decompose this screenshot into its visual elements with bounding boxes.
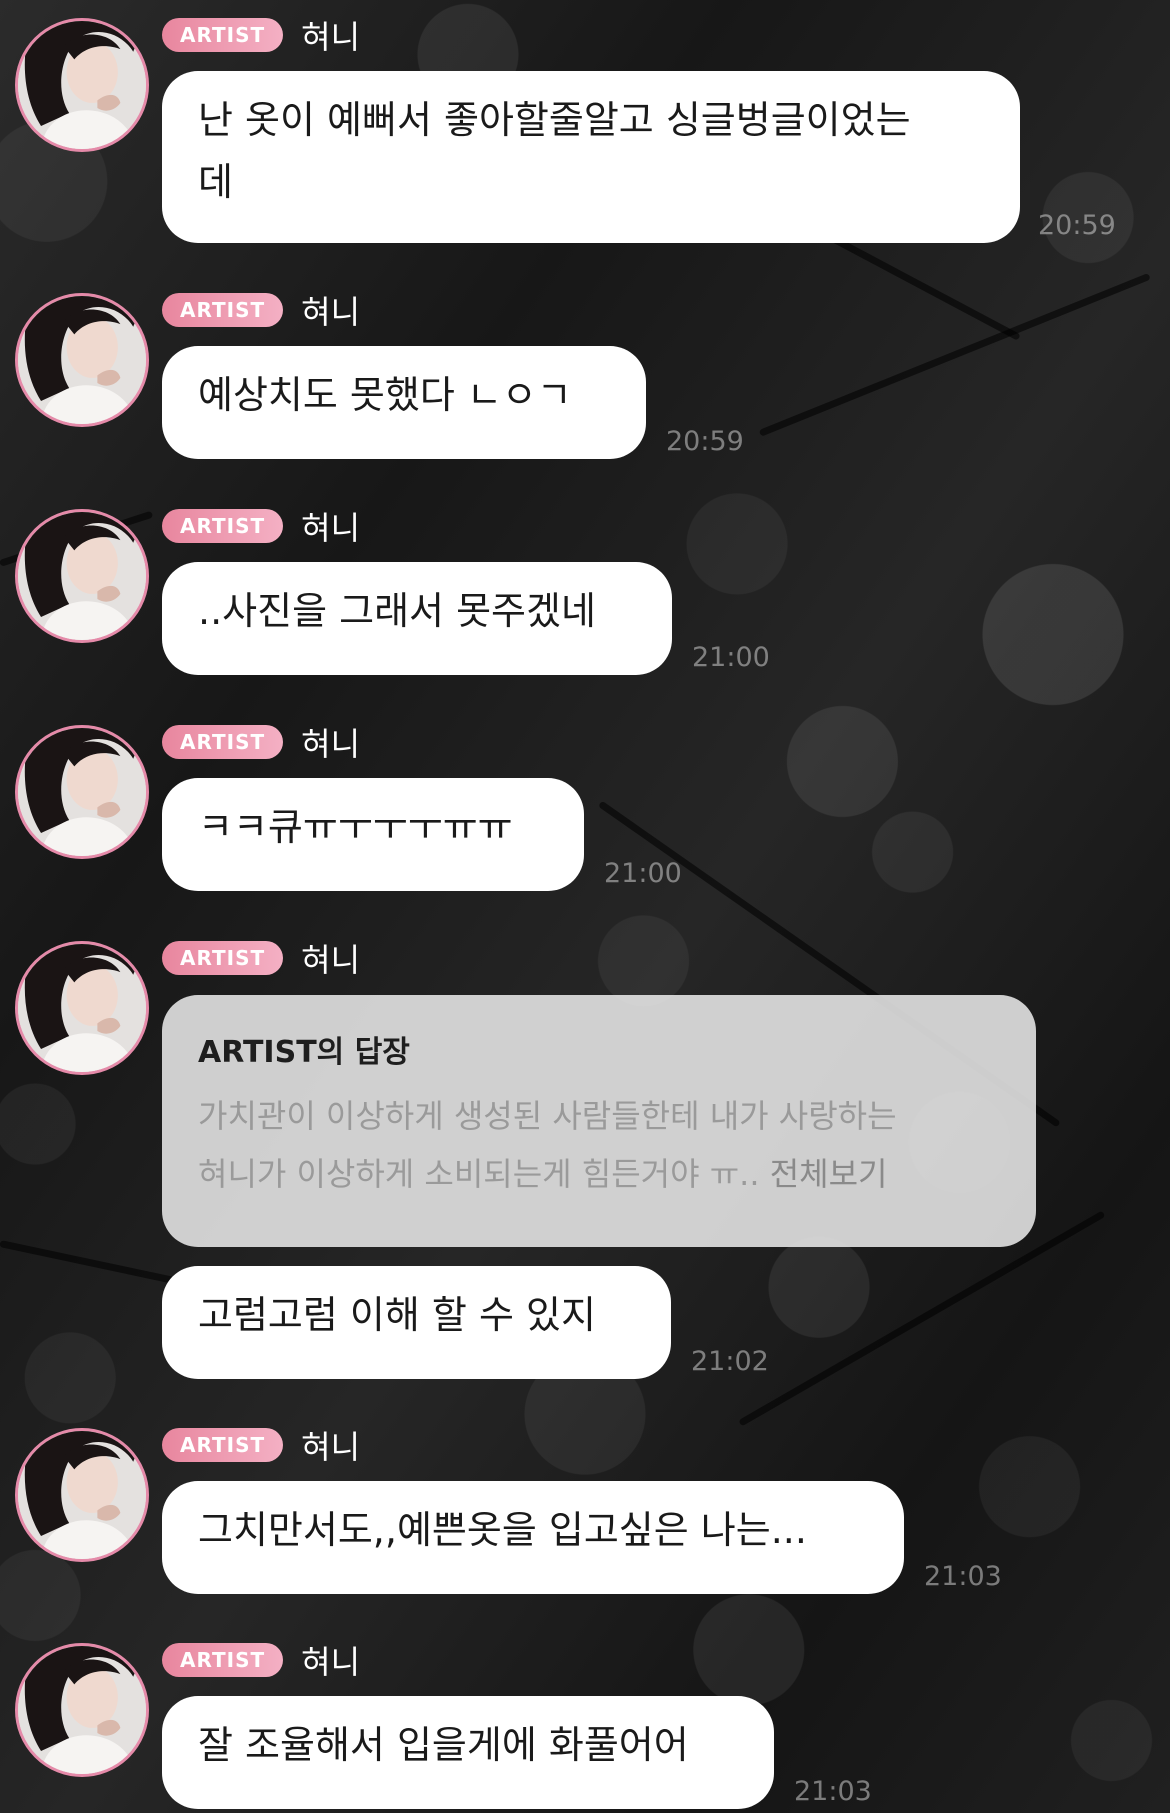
artist-badge: ARTIST [162,1643,284,1677]
reply-title: ARTIST의 답장 [198,1035,410,1070]
message-bubble[interactable]: 고럼고럼 이해 할 수 있지 [162,1266,671,1379]
avatar-photo-icon [18,944,146,1072]
artist-badge: ARTIST [162,509,284,543]
sender-name: 혀니 [301,509,361,547]
artist-badge: ARTIST [162,725,284,759]
sender-name: 혀니 [301,725,361,763]
message-time: 20:59 [666,426,744,457]
reply-quote-card[interactable]: ARTIST의 답장 가치관이 이상하게 생성된 사람들한테 내가 사랑하는 혀… [162,995,1036,1247]
sender-name: 혀니 [301,293,361,331]
artist-avatar[interactable] [15,1643,149,1777]
sender-name: 혀니 [301,18,361,56]
sender-row: ARTIST 혀니 [162,1642,360,1681]
view-all-link[interactable]: 전체보기 [770,1155,888,1193]
artist-badge: ARTIST [162,293,284,327]
message-time: 21:03 [924,1561,1002,1592]
message-time: 21:00 [692,642,770,673]
message-bubble[interactable]: ㅋㅋ큐ㅠㅜㅜㅜㅠㅠ [162,778,584,891]
avatar-photo-icon [18,1646,146,1774]
sender-name: 혀니 [301,941,361,979]
artist-badge: ARTIST [162,1428,284,1462]
artist-avatar[interactable] [15,941,149,1075]
sender-row: ARTIST 혀니 [162,508,360,547]
message-time: 21:02 [691,1346,769,1377]
message-bubble[interactable]: ..사진을 그래서 못주겠네 [162,562,672,675]
avatar-photo-icon [18,1431,146,1559]
artist-avatar[interactable] [15,509,149,643]
artist-avatar[interactable] [15,1428,149,1562]
message-time: 20:59 [1038,210,1116,241]
sender-name: 혀니 [301,1428,361,1466]
message-bubble[interactable]: 난 옷이 예뻐서 좋아할줄알고 싱글벙글이었는 데 [162,71,1020,243]
sender-row: ARTIST 혀니 [162,17,360,56]
avatar-photo-icon [18,728,146,856]
avatar-photo-icon [18,296,146,424]
message-bubble[interactable]: 예상치도 못했다 ㄴㅇㄱ [162,346,646,459]
artist-avatar[interactable] [15,293,149,427]
artist-avatar[interactable] [15,18,149,152]
message-bubble[interactable]: 그치만서도,,예쁜옷을 입고싶은 나는... [162,1481,904,1594]
sender-name: 혀니 [301,1643,361,1681]
avatar-photo-icon [18,21,146,149]
sender-row: ARTIST 혀니 [162,1427,360,1466]
artist-badge: ARTIST [162,18,284,52]
sender-row: ARTIST 혀니 [162,292,360,331]
sender-row: ARTIST 혀니 [162,940,360,979]
background-branch [758,272,1151,437]
message-bubble[interactable]: 잘 조율해서 입을게에 화풀어어 [162,1696,774,1809]
reply-text: 가치관이 이상하게 생성된 사람들한테 내가 사랑하는 혀니가 이상하게 소비되… [198,1087,1000,1203]
sender-row: ARTIST 혀니 [162,724,360,763]
avatar-photo-icon [18,512,146,640]
artist-avatar[interactable] [15,725,149,859]
artist-badge: ARTIST [162,941,284,975]
message-time: 21:03 [794,1776,872,1807]
message-time: 21:00 [604,858,682,889]
